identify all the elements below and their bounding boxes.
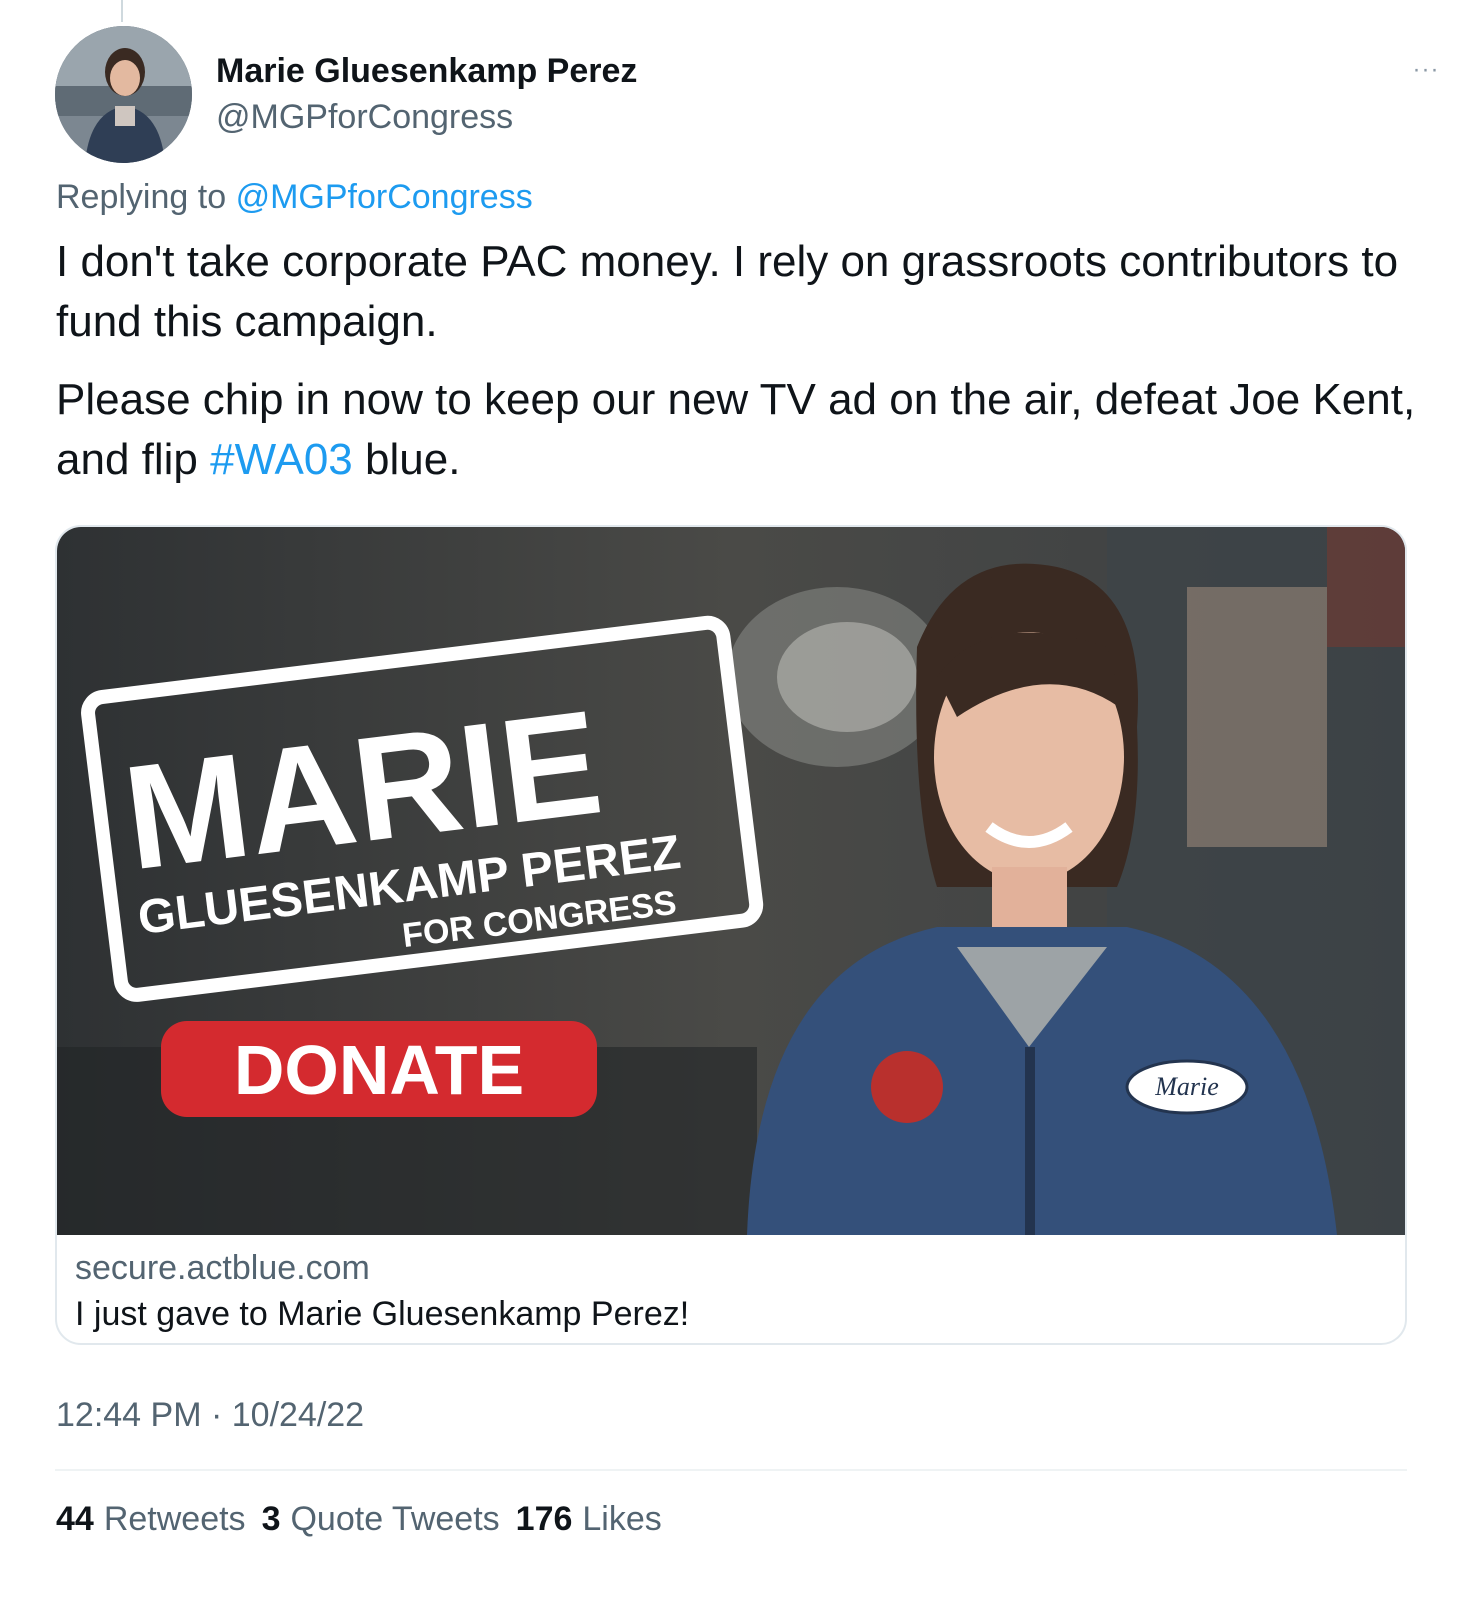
- replying-to: Replying to @MGPforCongress: [56, 178, 533, 217]
- card-domain: secure.actblue.com: [75, 1249, 370, 1287]
- campaign-banner: MARIE GLUESENKAMP PEREZ FOR CONGRESS DON…: [57, 527, 1405, 1235]
- likes-label: Likes: [582, 1500, 662, 1538]
- card-title: I just gave to Marie Gluesenkamp Perez!: [75, 1295, 690, 1333]
- more-options-icon[interactable]: ···: [1406, 50, 1446, 90]
- quote-tweets-count: 3: [261, 1500, 281, 1538]
- retweets-label: Retweets: [103, 1500, 246, 1538]
- thread-connector-line: [121, 0, 123, 22]
- retweets-count: 44: [56, 1500, 94, 1538]
- author-handle[interactable]: @MGPforCongress: [216, 98, 513, 137]
- card-image[interactable]: MARIE GLUESENKAMP PEREZ FOR CONGRESS DON…: [57, 527, 1405, 1235]
- author-display-name[interactable]: Marie Gluesenkamp Perez: [216, 52, 637, 91]
- quote-tweets-stat[interactable]: 3 Quote Tweets: [262, 1500, 500, 1539]
- tweet-timestamp[interactable]: 12:44 PM · 10/24/22: [56, 1396, 364, 1435]
- link-card[interactable]: MARIE GLUESENKAMP PEREZ FOR CONGRESS DON…: [55, 525, 1407, 1345]
- engagement-stats: 44 Retweets 3 Quote Tweets 176 Likes: [56, 1500, 662, 1539]
- likes-count: 176: [515, 1500, 573, 1538]
- tweet-paragraph-2: Please chip in now to keep our new TV ad…: [56, 370, 1416, 490]
- banner-donate-label: DONATE: [234, 1031, 524, 1109]
- retweets-stat[interactable]: 44 Retweets: [56, 1500, 246, 1539]
- stats-divider: [55, 1469, 1407, 1471]
- replying-to-mention-link[interactable]: @MGPforCongress: [236, 178, 533, 216]
- hashtag-link[interactable]: #WA03: [210, 435, 353, 484]
- tweet-paragraph-2-end: blue.: [365, 435, 461, 484]
- tweet-paragraph-1: I don't take corporate PAC money. I rely…: [56, 237, 1399, 346]
- quote-tweets-label: Quote Tweets: [290, 1500, 500, 1538]
- replying-to-label: Replying to: [56, 178, 227, 216]
- avatar-photo: [55, 26, 192, 163]
- author-avatar[interactable]: [55, 26, 192, 163]
- likes-stat[interactable]: 176 Likes: [516, 1500, 662, 1539]
- tweet-text: I don't take corporate PAC money. I rely…: [56, 232, 1416, 508]
- name-patch-text: Marie: [1154, 1072, 1219, 1101]
